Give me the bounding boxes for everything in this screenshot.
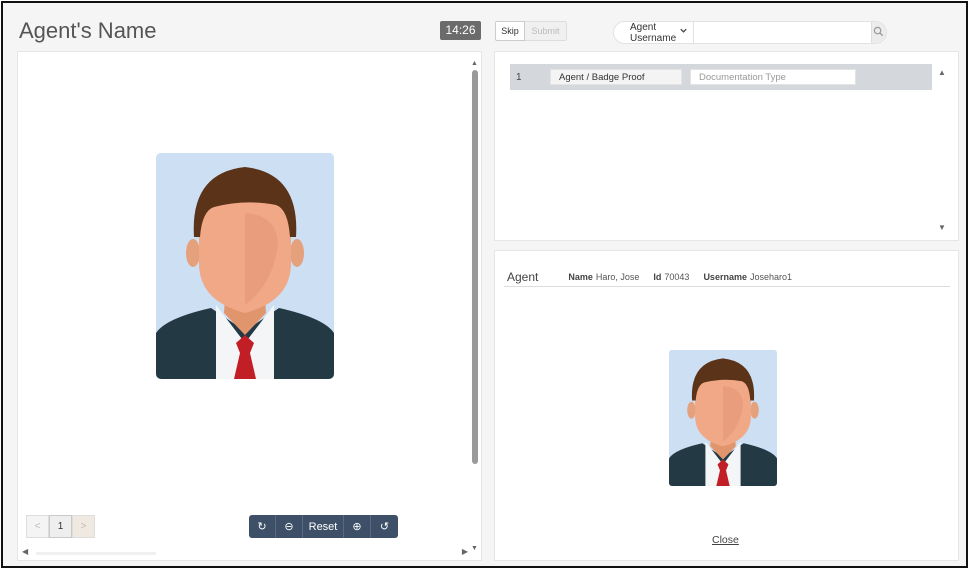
zoom-out-button[interactable]: ⊖ bbox=[276, 515, 303, 538]
prev-page-button[interactable]: < bbox=[26, 515, 49, 538]
scrollbar-track[interactable] bbox=[36, 552, 156, 555]
document-row-number: 1 bbox=[516, 71, 522, 83]
agent-id-value: 70043 bbox=[664, 271, 690, 282]
search-bar: Agent Username bbox=[613, 21, 887, 44]
viewer-vertical-scrollbar[interactable]: ▲ ▼ bbox=[471, 60, 478, 552]
reset-button[interactable]: Reset bbox=[303, 515, 344, 538]
search-input[interactable] bbox=[693, 22, 871, 43]
scroll-right-icon[interactable]: ▶ bbox=[462, 547, 468, 556]
agent-name-label: Name bbox=[568, 271, 593, 282]
agent-photo bbox=[669, 350, 777, 486]
scrollbar-thumb[interactable] bbox=[472, 70, 478, 464]
page-title: Agent's Name bbox=[19, 18, 157, 43]
document-name: Agent / Badge Proof bbox=[550, 69, 682, 85]
submit-button[interactable]: Submit bbox=[525, 21, 567, 41]
scroll-up-icon[interactable]: ▲ bbox=[938, 68, 946, 77]
scroll-down-icon[interactable]: ▼ bbox=[471, 545, 478, 552]
rotate-ccw-icon: ↺ bbox=[379, 521, 390, 533]
zoom-in-button[interactable]: ⊕ bbox=[344, 515, 371, 538]
action-button-group: Skip Submit bbox=[495, 21, 567, 41]
document-list-scrollbar[interactable]: ▲ ▼ bbox=[938, 68, 946, 232]
rotate-ccw-button[interactable]: ↺ bbox=[371, 515, 398, 538]
skip-button[interactable]: Skip bbox=[495, 21, 525, 41]
document-viewer: ▲ ▼ ◀ ▶ < 1 > ↻ ⊖ Reset ⊕ ↺ bbox=[17, 51, 482, 561]
agent-photo-large bbox=[156, 153, 334, 379]
agent-photo-small bbox=[669, 350, 777, 486]
agent-header: Agent Name Haro, Jose Id 70043 Username … bbox=[504, 267, 950, 287]
document-list-panel: 1 Agent / Badge Proof Documentation Type… bbox=[494, 51, 959, 241]
timer-badge: 14:26 bbox=[440, 21, 481, 40]
scroll-left-icon[interactable]: ◀ bbox=[22, 547, 28, 556]
rotate-cw-icon: ↻ bbox=[257, 521, 267, 533]
next-page-button[interactable]: > bbox=[72, 515, 95, 538]
zoom-out-icon: ⊖ bbox=[284, 521, 294, 533]
search-icon bbox=[873, 24, 884, 42]
agent-info-panel: Agent Name Haro, Jose Id 70043 Username … bbox=[494, 250, 959, 561]
chevron-down-icon bbox=[679, 26, 688, 37]
document-image bbox=[156, 153, 334, 379]
app-frame: Agent's Name 14:26 Skip Submit Agent Use… bbox=[1, 1, 968, 568]
documentation-type-input[interactable]: Documentation Type bbox=[690, 69, 856, 85]
agent-username-value: Joseharo1 bbox=[749, 271, 792, 282]
viewer-horizontal-scrollbar[interactable]: ◀ ▶ bbox=[22, 547, 468, 557]
current-page[interactable]: 1 bbox=[49, 515, 72, 538]
document-row[interactable]: 1 Agent / Badge Proof Documentation Type bbox=[510, 64, 932, 90]
image-toolbar: ↻ ⊖ Reset ⊕ ↺ bbox=[249, 515, 398, 538]
scroll-down-icon[interactable]: ▼ bbox=[938, 223, 946, 232]
scroll-up-icon[interactable]: ▲ bbox=[471, 60, 478, 67]
close-link[interactable]: Close bbox=[712, 534, 739, 546]
agent-id-label: Id bbox=[653, 271, 662, 282]
rotate-cw-button[interactable]: ↻ bbox=[249, 515, 276, 538]
zoom-in-icon: ⊕ bbox=[352, 521, 362, 533]
agent-section-title: Agent bbox=[507, 269, 539, 284]
agent-name-value: Haro, Jose bbox=[595, 271, 640, 282]
agent-username-label: Username bbox=[703, 271, 747, 282]
search-field-select[interactable]: Agent Username bbox=[614, 22, 694, 43]
page-pagination: < 1 > bbox=[26, 515, 95, 538]
search-button[interactable] bbox=[870, 22, 886, 43]
